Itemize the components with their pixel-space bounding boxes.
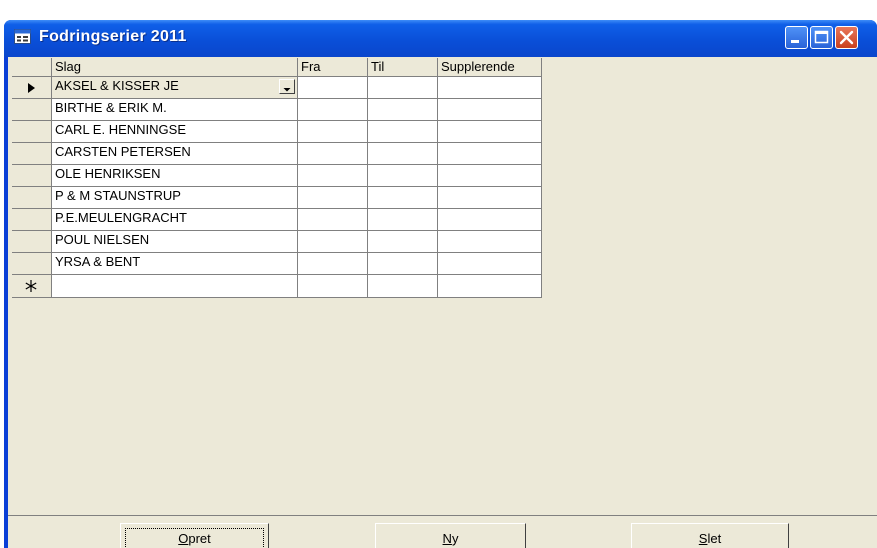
window-title: Fodringserier 2011 [39,28,187,45]
close-icon [839,30,854,45]
slet-label-rest: let [707,531,722,546]
table-row-cell-til[interactable] [368,253,438,275]
row-selector[interactable] [12,187,52,209]
table-row-cell-fra[interactable] [298,99,368,121]
table-row-cell-supplerende[interactable] [438,187,542,209]
close-button[interactable] [835,26,858,49]
table-row-cell-supplerende[interactable] [438,77,542,99]
new-row-selector[interactable] [12,275,52,298]
column-header-slag[interactable]: Slag [52,58,298,77]
data-grid: Slag Fra Til Supplerende AKSEL & KISSER … [12,58,542,298]
row-selector[interactable] [12,209,52,231]
row-selector[interactable] [12,165,52,187]
table-row-cell-slag[interactable]: AKSEL & KISSER JE [52,77,298,99]
table-row-cell-fra[interactable] [298,209,368,231]
minimize-icon [791,40,799,43]
asterisk-icon [25,280,37,292]
column-header-fra[interactable]: Fra [298,58,368,77]
window: Fodringserier 2011 Slag Fra Til Supplere… [4,20,877,548]
grid-corner-header [12,58,52,77]
column-header-supplerende[interactable]: Supplerende [438,58,542,77]
table-row-cell-fra[interactable] [298,187,368,209]
title-bar[interactable]: Fodringserier 2011 [4,20,877,57]
focus-indicator [125,528,264,548]
opret-button[interactable]: Opret [120,523,269,548]
dropdown-button[interactable] [279,79,295,94]
table-row-cell-slag[interactable]: P & M STAUNSTRUP [52,187,298,209]
table-row-cell-til[interactable] [368,99,438,121]
column-header-til[interactable]: Til [368,58,438,77]
table-row-cell-til[interactable] [368,187,438,209]
table-row-cell-til[interactable] [368,121,438,143]
new-row-cell-supplerende[interactable] [438,275,542,298]
maximize-icon [814,30,829,44]
new-row-cell-slag[interactable] [52,275,298,298]
table-row-cell-til[interactable] [368,209,438,231]
new-row-cell-fra[interactable] [298,275,368,298]
row-selector[interactable] [12,77,52,99]
table-row-cell-til[interactable] [368,165,438,187]
new-row-cell-til[interactable] [368,275,438,298]
cell-text: AKSEL & KISSER JE [55,78,179,93]
table-row-cell-fra[interactable] [298,77,368,99]
table-row-cell-fra[interactable] [298,231,368,253]
table-row-cell-til[interactable] [368,77,438,99]
table-row-cell-slag[interactable]: YRSA & BENT [52,253,298,275]
table-row-cell-supplerende[interactable] [438,253,542,275]
row-selector[interactable] [12,253,52,275]
triangle-pointer-icon [28,83,35,93]
table-row-cell-supplerende[interactable] [438,165,542,187]
table-row-cell-slag[interactable]: CARL E. HENNINGSE [52,121,298,143]
table-row-cell-slag[interactable]: CARSTEN PETERSEN [52,143,298,165]
chevron-down-icon [283,88,291,92]
table-row-cell-til[interactable] [368,143,438,165]
ny-label-rest: y [451,531,459,546]
row-selector[interactable] [12,99,52,121]
form-icon [14,29,31,44]
minimize-button[interactable] [785,26,808,49]
table-row-cell-slag[interactable]: BIRTHE & ERIK M. [52,99,298,121]
form-client-area: Slag Fra Til Supplerende AKSEL & KISSER … [8,57,877,548]
table-row-cell-fra[interactable] [298,143,368,165]
table-row-cell-supplerende[interactable] [438,99,542,121]
button-bar: Opret Ny Slet [8,515,877,548]
table-row-cell-slag[interactable]: P.E.MEULENGRACHT [52,209,298,231]
table-row-cell-supplerende[interactable] [438,121,542,143]
table-row-cell-supplerende[interactable] [438,209,542,231]
table-row-cell-fra[interactable] [298,253,368,275]
table-row-cell-til[interactable] [368,231,438,253]
maximize-button[interactable] [810,26,833,49]
table-row-cell-supplerende[interactable] [438,231,542,253]
table-row-cell-slag[interactable]: OLE HENRIKSEN [52,165,298,187]
slet-button[interactable]: Slet [631,523,789,548]
row-selector[interactable] [12,231,52,253]
ny-accel: N [442,531,452,546]
table-row-cell-slag[interactable]: POUL NIELSEN [52,231,298,253]
ny-button[interactable]: Ny [375,523,526,548]
row-selector[interactable] [12,121,52,143]
row-selector[interactable] [12,143,52,165]
table-row-cell-supplerende[interactable] [438,143,542,165]
table-row-cell-fra[interactable] [298,165,368,187]
table-row-cell-fra[interactable] [298,121,368,143]
